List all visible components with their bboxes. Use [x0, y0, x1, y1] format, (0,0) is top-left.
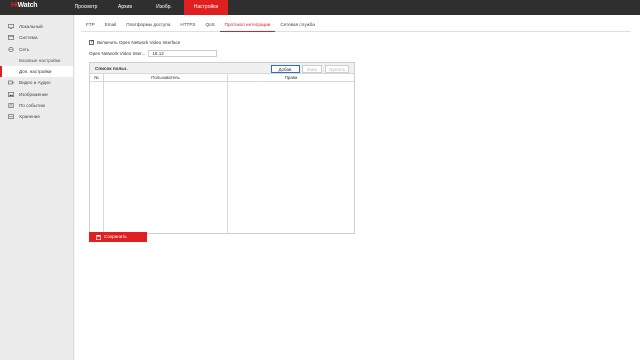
onvif-version-row: Open Network Video Inter... 18.12 [89, 49, 218, 57]
user-table-header: № Пользователь Права [90, 74, 354, 82]
sidebar-item-label: Локальный [19, 24, 43, 29]
column-user: Пользователь [104, 74, 228, 81]
tab-ftp[interactable]: FTP [81, 19, 100, 32]
column-permissions-body [228, 82, 354, 233]
topnav-picture[interactable]: Изобр. [145, 0, 183, 15]
globe-icon [8, 46, 14, 52]
tab-email[interactable]: Email [100, 19, 122, 32]
sidebar-item-label: Изображение [19, 91, 48, 97]
sidebar-item-system[interactable]: Система [0, 32, 73, 43]
sidebar-item-basic-settings[interactable]: Базовые настройки [0, 55, 73, 66]
save-label: Сохранить [104, 234, 127, 239]
tab-platform-access[interactable]: Платформы доступа [121, 19, 175, 32]
sidebar-item-image[interactable]: Изображение [0, 89, 73, 100]
sidebar-item-label: Хранение [19, 114, 40, 120]
sidebar: Локальный Система Сеть Базовые настройки… [0, 15, 74, 360]
sidebar-item-label: Базовые настройки [19, 57, 61, 63]
sidebar-item-local[interactable]: Локальный [0, 21, 73, 32]
monitor-icon [8, 24, 14, 29]
topnav-preview[interactable]: Просмотр [67, 0, 105, 15]
user-list-panel: Список польз. Добав. Изме Удалить № Поль… [89, 62, 355, 234]
sidebar-item-advanced-settings[interactable]: Доп. настройки [0, 66, 73, 78]
brand-logo: HiWatch [11, 2, 38, 9]
sidebar-item-network[interactable]: Сеть [0, 44, 73, 55]
top-bar: HiWatch Просмотр Архив Изобр. Настройки [0, 0, 640, 15]
main-content: FTP Email Платформы доступа HTTPS QoS Пр… [75, 15, 640, 360]
onvif-version-label: Open Network Video Inter... [89, 50, 146, 56]
sidebar-item-label: Система [19, 35, 38, 41]
storage-icon [8, 114, 14, 120]
sidebar-item-storage[interactable]: Хранение [0, 111, 73, 122]
modify-user-button[interactable]: Изме [302, 64, 322, 73]
save-icon [96, 234, 101, 240]
onvif-enable-label: Включить Open Network Video Interface [97, 40, 181, 45]
sidebar-item-label: Видео и Аудио [19, 80, 51, 86]
user-list-header: Список польз. Добав. Изме Удалить [90, 63, 354, 74]
column-number-body [90, 82, 104, 233]
column-permissions: Права [284, 75, 298, 80]
add-user-button[interactable]: Добав. [271, 64, 300, 73]
system-icon [8, 35, 14, 41]
column-user-body [104, 82, 228, 233]
tab-https[interactable]: HTTPS [175, 19, 200, 32]
onvif-enable-checkbox[interactable] [89, 39, 95, 45]
sidebar-item-event[interactable]: По событию [0, 100, 73, 111]
topnav-configuration[interactable]: Настройки [184, 0, 228, 15]
sub-tabs: FTP Email Платформы доступа HTTPS QoS Пр… [81, 19, 631, 32]
user-list-title: Список польз. [95, 66, 128, 71]
onvif-enable-row: Включить Open Network Video Interface [89, 39, 180, 46]
column-number: № [90, 74, 104, 81]
delete-user-button[interactable]: Удалить [325, 64, 349, 73]
sidebar-item-label: Сеть [19, 46, 30, 52]
tab-integration-protocol[interactable]: Протокол интеграции [219, 19, 276, 32]
video-icon [8, 81, 14, 85]
sidebar-item-label: Доп. настройки [19, 69, 52, 75]
top-nav: Просмотр Архив Изобр. Настройки [67, 0, 229, 15]
topnav-playback[interactable]: Архив [106, 0, 144, 15]
tab-network-service[interactable]: Сетевая служба [275, 19, 320, 32]
image-icon [8, 91, 14, 97]
onvif-version-field[interactable]: 18.12 [148, 49, 218, 57]
sidebar-item-label: По событию [19, 103, 46, 109]
tab-qos[interactable]: QoS [200, 19, 219, 32]
sidebar-item-video-audio[interactable]: Видео и Аудио [0, 77, 73, 88]
save-button[interactable]: Сохранить [89, 232, 147, 242]
event-icon [8, 103, 14, 108]
user-table-body [90, 82, 354, 233]
